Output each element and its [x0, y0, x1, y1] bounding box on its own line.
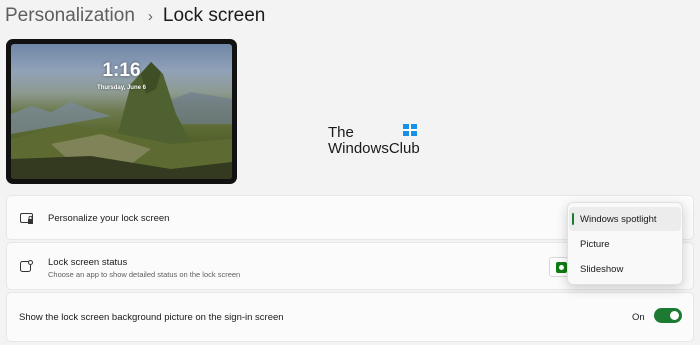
- toggle-state-label: On: [632, 312, 645, 323]
- lock-screen-date: Thursday, June 6: [97, 85, 146, 91]
- preview-background-image: 1:16 Thursday, June 6: [11, 44, 232, 179]
- dropdown-option-picture[interactable]: Picture: [569, 232, 681, 256]
- lock-screen-status-description: Choose an app to show detailed status on…: [48, 270, 241, 279]
- page-title: Lock screen: [162, 5, 266, 26]
- signin-background-label: Show the lock screen background picture …: [19, 312, 284, 323]
- dropdown-option-slideshow[interactable]: Slideshow: [569, 257, 681, 281]
- lock-screen-status-label: Lock screen status: [48, 257, 128, 268]
- lock-screen-preview: 1:16 Thursday, June 6: [6, 39, 237, 184]
- breadcrumb: Personalization › Lock screen: [5, 3, 265, 29]
- windows-logo-icon: [403, 124, 417, 136]
- chevron-right-icon: ›: [147, 7, 153, 25]
- status-icon: [20, 260, 33, 278]
- dropdown-option-label: Windows spotlight: [580, 214, 657, 225]
- signin-background-row: Show the lock screen background picture …: [6, 292, 694, 342]
- personalize-lock-screen-label: Personalize your lock screen: [48, 213, 170, 224]
- breadcrumb-personalization[interactable]: Personalization: [5, 5, 135, 27]
- dropdown-option-label: Slideshow: [580, 264, 624, 275]
- logo-text-line1: The: [328, 124, 354, 141]
- toggle-knob: [670, 311, 679, 320]
- app-status-icon: [556, 262, 567, 273]
- signin-background-toggle[interactable]: [654, 308, 682, 323]
- dropdown-option-windows-spotlight[interactable]: Windows spotlight: [569, 207, 681, 231]
- logo-text-line2: WindowsClub: [328, 140, 420, 157]
- lock-screen-time: 1:16: [102, 60, 141, 81]
- thewindowsclub-logo: The WindowsClub: [328, 124, 428, 158]
- dropdown-option-label: Picture: [580, 239, 610, 250]
- lock-screen-type-dropdown: Windows spotlight Picture Slideshow: [567, 202, 683, 285]
- lock-screen-icon: [20, 212, 34, 230]
